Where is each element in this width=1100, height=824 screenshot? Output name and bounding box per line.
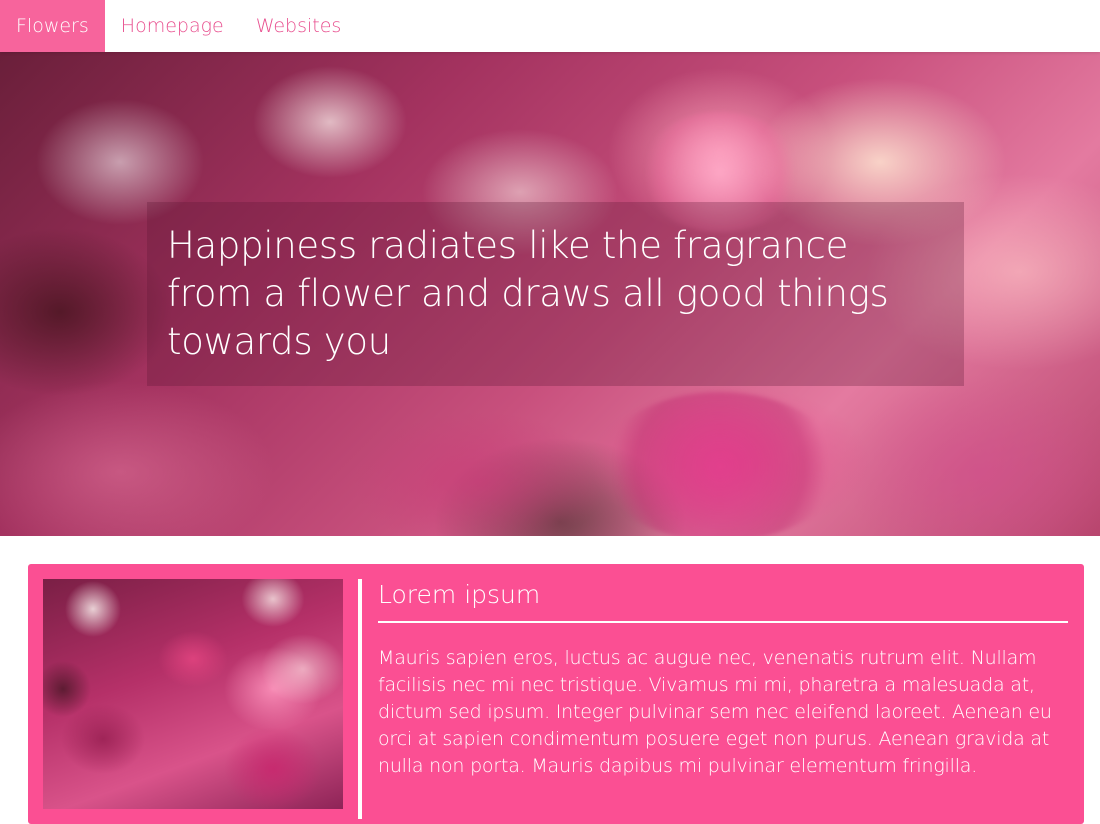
hero-banner: Happiness radiates like the fragrance fr…	[0, 52, 1100, 536]
card-text: Mauris sapien eros, luctus ac augue nec,…	[378, 647, 1052, 777]
card-title: Lorem ipsum	[378, 579, 1068, 623]
hero-quote: Happiness radiates like the fragrance fr…	[167, 224, 889, 363]
card-body: Lorem ipsum Mauris sapien eros, luctus a…	[378, 579, 1068, 780]
top-navbar: Flowers Homepage Websites	[0, 0, 1100, 52]
nav-item-homepage[interactable]: Homepage	[105, 0, 240, 52]
card-divider	[358, 579, 362, 819]
card-flower-image	[43, 579, 343, 809]
hero-quote-box: Happiness radiates like the fragrance fr…	[147, 202, 964, 386]
nav-item-flowers[interactable]: Flowers	[0, 0, 105, 52]
content-card: Lorem ipsum Mauris sapien eros, luctus a…	[28, 564, 1084, 824]
nav-item-websites[interactable]: Websites	[240, 0, 358, 52]
hero-flower-image-lower	[600, 392, 840, 536]
